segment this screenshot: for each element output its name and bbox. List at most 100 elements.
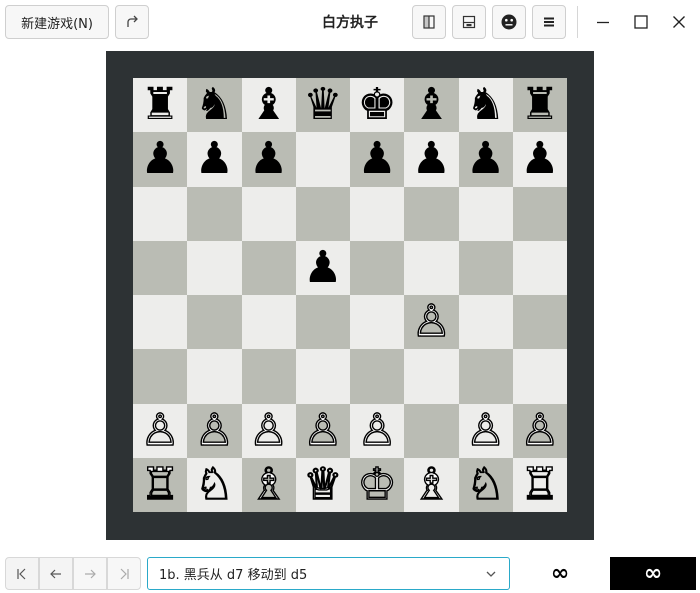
- white-piece[interactable]: ♙: [411, 299, 452, 344]
- square-h3[interactable]: [512, 349, 567, 404]
- square-c7[interactable]: ♟: [241, 132, 296, 187]
- black-piece[interactable]: ♟: [303, 245, 342, 290]
- square-d4[interactable]: [295, 295, 350, 350]
- square-f1[interactable]: ♗: [404, 457, 459, 512]
- white-piece[interactable]: ♕: [302, 462, 343, 507]
- square-c5[interactable]: [241, 240, 296, 295]
- square-e8[interactable]: ♚: [350, 78, 405, 133]
- square-g8[interactable]: ♞: [458, 78, 513, 133]
- square-c4[interactable]: [241, 295, 296, 350]
- black-piece[interactable]: ♞: [466, 83, 505, 127]
- maximize-button[interactable]: [624, 6, 658, 38]
- close-window-button[interactable]: [662, 6, 696, 38]
- white-piece[interactable]: ♖: [140, 462, 181, 507]
- square-g2[interactable]: ♙: [458, 403, 513, 458]
- black-piece[interactable]: ♟: [466, 137, 505, 181]
- square-a1[interactable]: ♖: [133, 457, 188, 512]
- square-b3[interactable]: [187, 349, 242, 404]
- square-e2[interactable]: ♙: [350, 403, 405, 458]
- white-piece[interactable]: ♗: [248, 462, 289, 507]
- black-piece[interactable]: ♟: [195, 137, 234, 181]
- last-move-button[interactable]: [107, 557, 141, 590]
- square-c1[interactable]: ♗: [241, 457, 296, 512]
- move-history-select[interactable]: 1b. 黑兵从 d7 移动到 d5: [147, 557, 510, 590]
- black-piece[interactable]: ♟: [520, 137, 559, 181]
- first-move-button[interactable]: [5, 557, 39, 590]
- square-d1[interactable]: ♕: [295, 457, 350, 512]
- flip-board-button[interactable]: [412, 5, 446, 39]
- square-f2[interactable]: [404, 403, 459, 458]
- new-game-button[interactable]: 新建游戏(N): [5, 5, 109, 39]
- square-e7[interactable]: ♟: [350, 132, 405, 187]
- main-menu-button[interactable]: [532, 5, 566, 39]
- square-h8[interactable]: ♜: [512, 78, 567, 133]
- square-d6[interactable]: [295, 186, 350, 241]
- square-d5[interactable]: ♟: [295, 240, 350, 295]
- black-piece[interactable]: ♟: [357, 137, 396, 181]
- square-g5[interactable]: [458, 240, 513, 295]
- square-h5[interactable]: [512, 240, 567, 295]
- square-h7[interactable]: ♟: [512, 132, 567, 187]
- square-c3[interactable]: [241, 349, 296, 404]
- minimize-button[interactable]: [586, 6, 620, 38]
- square-g7[interactable]: ♟: [458, 132, 513, 187]
- square-d7[interactable]: [295, 132, 350, 187]
- square-f5[interactable]: [404, 240, 459, 295]
- white-piece[interactable]: ♘: [465, 462, 506, 507]
- white-piece[interactable]: ♙: [248, 407, 289, 452]
- white-piece[interactable]: ♙: [302, 407, 343, 452]
- white-piece[interactable]: ♔: [357, 462, 398, 507]
- square-c2[interactable]: ♙: [241, 403, 296, 458]
- square-d2[interactable]: ♙: [295, 403, 350, 458]
- square-f8[interactable]: ♝: [404, 78, 459, 133]
- white-piece[interactable]: ♖: [519, 462, 560, 507]
- square-b7[interactable]: ♟: [187, 132, 242, 187]
- black-piece[interactable]: ♟: [412, 137, 451, 181]
- black-piece[interactable]: ♝: [249, 83, 288, 127]
- square-f7[interactable]: ♟: [404, 132, 459, 187]
- square-e3[interactable]: [350, 349, 405, 404]
- white-piece[interactable]: ♙: [140, 407, 181, 452]
- white-piece[interactable]: ♘: [194, 462, 235, 507]
- black-piece[interactable]: ♚: [357, 83, 396, 127]
- square-a2[interactable]: ♙: [133, 403, 188, 458]
- square-b4[interactable]: [187, 295, 242, 350]
- save-button[interactable]: [452, 5, 486, 39]
- square-g3[interactable]: [458, 349, 513, 404]
- status-face-button[interactable]: [492, 5, 526, 39]
- square-h4[interactable]: [512, 295, 567, 350]
- square-c6[interactable]: [241, 186, 296, 241]
- square-e1[interactable]: ♔: [350, 457, 405, 512]
- square-g6[interactable]: [458, 186, 513, 241]
- square-b5[interactable]: [187, 240, 242, 295]
- square-a5[interactable]: [133, 240, 188, 295]
- square-b2[interactable]: ♙: [187, 403, 242, 458]
- square-a4[interactable]: [133, 295, 188, 350]
- square-c8[interactable]: ♝: [241, 78, 296, 133]
- white-piece[interactable]: ♗: [411, 462, 452, 507]
- square-a7[interactable]: ♟: [133, 132, 188, 187]
- black-piece[interactable]: ♛: [303, 83, 342, 127]
- square-h2[interactable]: ♙: [512, 403, 567, 458]
- square-f3[interactable]: [404, 349, 459, 404]
- square-f6[interactable]: [404, 186, 459, 241]
- square-b1[interactable]: ♘: [187, 457, 242, 512]
- square-d3[interactable]: [295, 349, 350, 404]
- white-piece[interactable]: ♙: [357, 407, 398, 452]
- white-piece[interactable]: ♙: [465, 407, 506, 452]
- square-d8[interactable]: ♛: [295, 78, 350, 133]
- square-f4[interactable]: ♙: [404, 295, 459, 350]
- square-b6[interactable]: [187, 186, 242, 241]
- redo-button[interactable]: [115, 5, 149, 39]
- black-piece[interactable]: ♜: [520, 83, 559, 127]
- black-piece[interactable]: ♜: [140, 83, 179, 127]
- white-piece[interactable]: ♙: [519, 407, 560, 452]
- next-move-button[interactable]: [73, 557, 107, 590]
- square-e4[interactable]: [350, 295, 405, 350]
- white-piece[interactable]: ♙: [194, 407, 235, 452]
- square-b8[interactable]: ♞: [187, 78, 242, 133]
- square-h1[interactable]: ♖: [512, 457, 567, 512]
- black-piece[interactable]: ♝: [412, 83, 451, 127]
- black-piece[interactable]: ♟: [140, 137, 179, 181]
- square-g1[interactable]: ♘: [458, 457, 513, 512]
